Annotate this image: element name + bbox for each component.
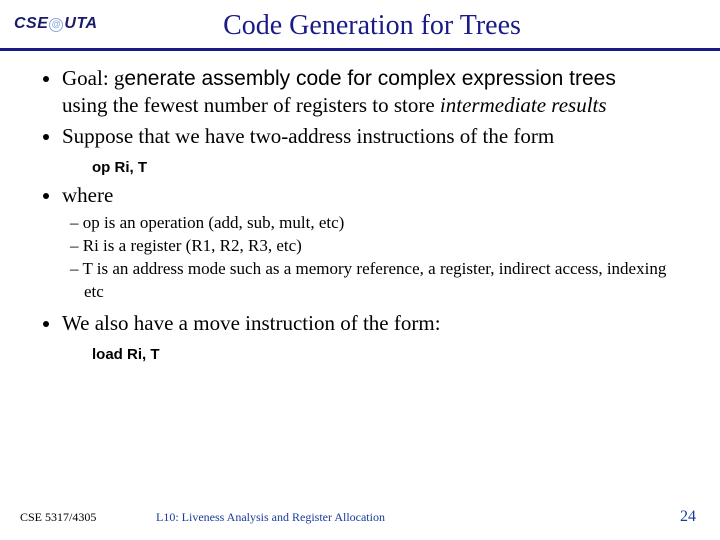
sub-op: op is an operation (add, sub, mult, etc) [70,212,684,235]
footer-lecture: L10: Liveness Analysis and Register Allo… [156,510,385,525]
bullet-move: We also have a move instruction of the f… [62,310,684,336]
bullet-suppose: Suppose that we have two-address instruc… [62,123,684,149]
bullet-goal: Goal: generate assembly code for complex… [62,65,684,119]
footer: CSE 5317/4305 L10: Liveness Analysis and… [0,508,720,526]
code-load: load Ri, T [36,340,684,369]
footer-course: CSE 5317/4305 [20,510,130,525]
logo: CSE@UTA [14,10,104,38]
sub-bullet-list: op is an operation (add, sub, mult, etc)… [36,212,684,304]
bullet-list: Goal: generate assembly code for complex… [36,65,684,149]
bullet-where: where [62,182,684,208]
footer-page: 24 [680,508,696,526]
sub-ri: Ri is a register (R1, R2, R3, etc) [70,235,684,258]
slide: CSE@UTA Code Generation for Trees Goal: … [0,0,720,540]
sub-t: T is an address mode such as a memory re… [70,258,684,304]
slide-title: Code Generation for Trees [104,10,700,42]
content: Goal: generate assembly code for complex… [0,65,720,369]
goal-line2a: using the fewest number of registers to … [62,93,440,117]
goal-line2b: intermediate results [440,93,607,117]
code-op: op Ri, T [36,153,684,182]
at-icon: @ [49,18,63,32]
bullet-list-2: where [36,182,684,208]
logo-text: CSE@UTA [14,15,98,33]
header: CSE@UTA Code Generation for Trees [0,0,720,42]
divider [0,48,720,51]
bullet-list-3: We also have a move instruction of the f… [36,310,684,336]
logo-left: CSE [14,15,48,32]
goal-sans: enerate assembly code for complex expres… [124,67,615,90]
logo-right: UTA [64,15,97,32]
goal-prefix: Goal: g [62,66,124,90]
